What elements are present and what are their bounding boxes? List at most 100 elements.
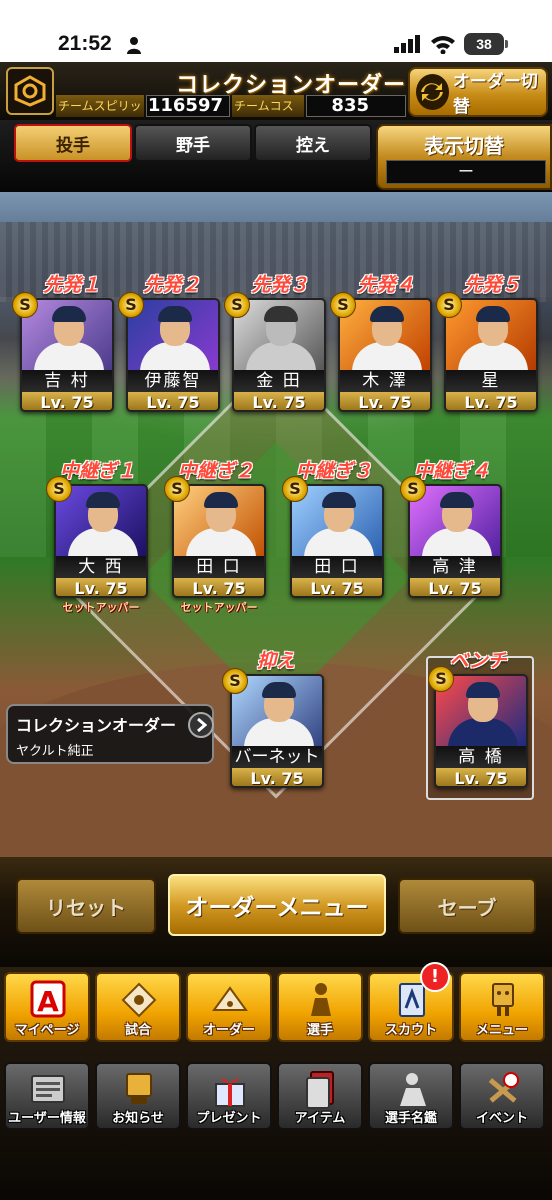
player-card-reliever-1[interactable]: 大 西 Lv. 75 [54,484,148,598]
nav-label: 選手名鑑 [384,1111,437,1126]
collection-order-subtitle: ヤクルト純正 [16,744,94,759]
svg-text:A: A [37,985,59,1018]
player-photo [56,486,146,562]
player-level: Lv. 75 [410,578,500,596]
player-name: 大 西 [56,556,146,578]
nav-player[interactable]: 選手 [277,972,363,1042]
event-icon [488,1072,519,1103]
team-cost-label: チームコスト [232,95,304,135]
match-icon [121,982,157,1018]
nav-item[interactable]: アイテム [277,1062,363,1130]
player-card-starter-5[interactable]: 星 Lv. 75 [444,298,538,412]
nav-user-info[interactable]: ユーザー情報 [4,1062,90,1130]
nav-label: スカウト [384,1023,437,1038]
rank-s-badge: S [12,292,38,318]
player-level: Lv. 75 [232,768,322,786]
position-label-starter-5: 先発５ [463,274,521,296]
order-switch-button[interactable]: オーダー切替 [408,67,548,117]
player-card-starter-3[interactable]: 金 田 Lv. 75 [232,298,326,412]
role-setupper: セットアッパー [62,601,140,614]
nav-label: お知らせ [112,1111,164,1126]
user-info-icon [31,1075,65,1103]
wifi-icon [431,36,455,54]
team-spirits-value: 116597 [146,95,230,117]
player-card-reliever-2[interactable]: 田 口 Lv. 75 [172,484,266,598]
player-card-closer[interactable]: バーネット Lv. 75 [230,674,324,788]
scout-notification-badge: ! [420,962,450,992]
rank-s-badge: S [330,292,356,318]
display-toggle-value: ー [386,160,546,184]
battery-indicator: 38 [464,33,504,55]
player-card-starter-1[interactable]: 吉 村 Lv. 75 [20,298,114,412]
chevron-right-icon[interactable] [188,712,214,738]
rank-s-badge: S [400,476,426,502]
nav-present[interactable]: プレゼント [186,1062,272,1130]
player-level: Lv. 75 [292,578,382,596]
nav-event[interactable]: イベント [459,1062,545,1130]
player-level: Lv. 75 [446,392,536,410]
player-level: Lv. 75 [128,392,218,410]
nav-news[interactable]: お知らせ [95,1062,181,1130]
player-card-starter-2[interactable]: 伊藤智 Lv. 75 [126,298,220,412]
player-card-reliever-3[interactable]: 田 口 Lv. 75 [290,484,384,598]
player-card-reliever-4[interactable]: 高 津 Lv. 75 [408,484,502,598]
news-icon [126,1073,152,1104]
player-name: 星 [446,370,536,392]
nav-order[interactable]: オーダー [186,972,272,1042]
player-name: 伊藤智 [128,370,218,392]
player-name: 高 橋 [436,746,526,768]
nav-label: イベント [475,1111,528,1126]
player-photo [410,486,500,562]
status-bar: 21:52 38 [0,0,552,62]
player-card-bench[interactable]: 高 橋 Lv. 75 [434,674,528,788]
rank-s-badge: S [118,292,144,318]
rank-s-badge: S [164,476,190,502]
player-name: 木 澤 [340,370,430,392]
player-name: 金 田 [234,370,324,392]
role-setupper: セットアッパー [180,601,258,614]
player-name: 田 口 [174,556,264,578]
order-switch-label: オーダー切替 [452,72,538,117]
player-icon [311,983,331,1016]
team-logo [6,67,54,115]
player-level: Lv. 75 [174,578,264,596]
rank-s-badge: S [224,292,250,318]
nav-label: マイページ [14,1023,80,1038]
tab-pitcher[interactable]: 投手 [14,124,132,162]
rank-s-badge: S [222,668,248,694]
player-photo [292,486,382,562]
position-label-starter-3: 先発３ [251,274,309,296]
display-toggle-label: 表示切替 [424,134,504,158]
rank-s-badge: S [282,476,308,502]
save-button[interactable]: セーブ [398,878,536,934]
player-name: 吉 村 [22,370,112,392]
tab-reserve[interactable]: 控え [254,124,372,162]
nav-label: プレゼント [196,1111,262,1126]
team-cost-value: 835 [306,95,406,117]
tab-fielder[interactable]: 野手 [134,124,252,162]
nav-label: 試合 [124,1023,151,1038]
player-photo [174,486,264,562]
signal-icon [394,35,420,53]
player-level: Lv. 75 [340,392,430,410]
display-toggle-button[interactable]: 表示切替 ー [376,124,552,190]
order-menu-button[interactable]: オーダーメニュー [168,874,386,936]
nav-mypage[interactable]: A マイページ [4,972,90,1042]
player-name: 田 口 [292,556,382,578]
nav-match[interactable]: 試合 [95,972,181,1042]
reset-button[interactable]: リセット [16,878,156,934]
rank-s-badge: S [428,666,454,692]
mypage-icon: A [30,980,66,1018]
person-icon [127,37,141,54]
nav-menu[interactable]: メニュー [459,972,545,1042]
rank-s-badge: S [436,292,462,318]
nav-player-guide[interactable]: 選手名鑑 [368,1062,454,1130]
player-level: Lv. 75 [436,768,526,786]
player-card-starter-4[interactable]: 木 澤 Lv. 75 [338,298,432,412]
status-time: 21:52 [58,32,112,55]
battery-tip [505,40,508,48]
player-guide-icon [400,1073,426,1106]
refresh-icon [416,74,449,110]
team-spirits-label: チームスピリッツ [56,95,144,135]
collection-order-panel[interactable]: コレクションオーダー ヤクルト純正 [6,704,214,764]
